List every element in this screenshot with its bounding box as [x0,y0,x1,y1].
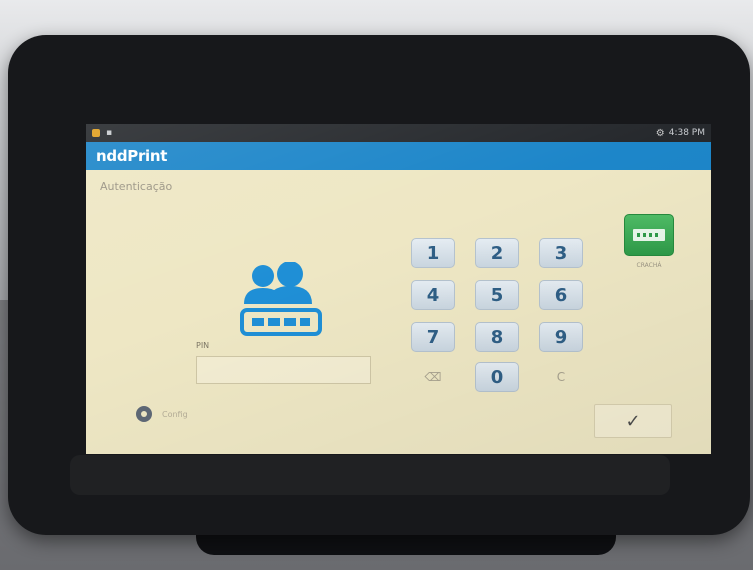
confirm-button[interactable]: ✓ [594,404,672,438]
key-1[interactable]: 1 [411,238,455,268]
notification-icon: ▪ [106,128,113,138]
gear-icon [136,406,152,422]
backspace-key[interactable]: ⌫ [411,362,455,392]
status-bar: ▪ ⚙ 4:38 PM [86,124,711,142]
device-reflection [70,455,670,495]
id-card-icon [633,229,665,241]
card-login-label: CRACHÁ [636,262,662,269]
page-title: Autenticação [100,180,173,193]
key-7[interactable]: 7 [411,322,455,352]
settings-button[interactable]: Config [136,406,188,422]
card-login-button[interactable] [624,214,674,256]
app-logo: nddPrint [96,147,167,165]
key-4[interactable]: 4 [411,280,455,310]
logo-suffix: Print [127,147,168,165]
status-time: 4:38 PM [668,128,705,138]
notification-app-icon [92,129,100,137]
users-icon [236,261,326,342]
key-6[interactable]: 6 [539,280,583,310]
tablet-screen: ▪ ⚙ 4:38 PM nddPrint Autenticação PIN 1 … [86,124,711,454]
pin-input[interactable] [196,356,371,384]
key-3[interactable]: 3 [539,238,583,268]
key-2[interactable]: 2 [475,238,519,268]
key-5[interactable]: 5 [475,280,519,310]
key-0[interactable]: 0 [475,362,519,392]
logo-prefix: ndd [96,147,128,165]
clear-key[interactable]: C [539,362,583,392]
pin-label: PIN [196,341,210,350]
status-settings-icon: ⚙ [655,127,665,139]
app-header: nddPrint [86,142,711,170]
checkmark-icon: ✓ [625,410,641,432]
key-9[interactable]: 9 [539,322,583,352]
key-8[interactable]: 8 [475,322,519,352]
settings-label: Config [162,409,188,419]
